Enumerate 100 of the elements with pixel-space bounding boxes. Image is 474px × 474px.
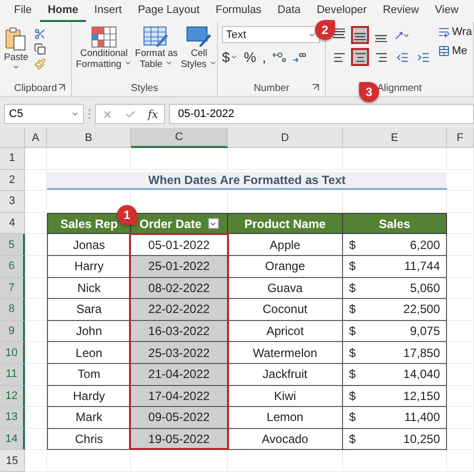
copy-icon[interactable] bbox=[34, 43, 46, 55]
row-header[interactable]: 12 bbox=[0, 386, 25, 408]
number-format-dropdown[interactable]: Text bbox=[222, 26, 320, 43]
sheet-title: When Dates Are Formatted as Text bbox=[47, 172, 447, 190]
caret-icon bbox=[124, 59, 132, 67]
increase-decimal-icon[interactable] bbox=[272, 51, 286, 63]
number-format-button[interactable]: $ bbox=[222, 49, 238, 65]
currency-symbol: $ bbox=[349, 324, 356, 338]
ribbon-tab[interactable]: Page Layout bbox=[130, 0, 208, 22]
conditional-formatting-icon[interactable] bbox=[91, 26, 118, 48]
decrease-decimal-icon[interactable] bbox=[292, 51, 306, 63]
merge-cells-icon[interactable] bbox=[438, 45, 450, 57]
name-box[interactable]: C5 bbox=[4, 104, 84, 124]
sales-amount: 22,500 bbox=[403, 302, 440, 316]
caret-icon bbox=[12, 63, 20, 71]
column-heading-text: Order Date bbox=[139, 216, 202, 231]
date-cell[interactable]: 25-01-2022 bbox=[131, 256, 228, 278]
enter-icon[interactable] bbox=[124, 108, 136, 120]
table-cell: Tom bbox=[47, 364, 131, 386]
cancel-icon[interactable] bbox=[102, 108, 113, 120]
ribbon-tab[interactable]: Review bbox=[374, 0, 427, 22]
cut-icon[interactable] bbox=[34, 28, 46, 40]
row-header[interactable]: 4 bbox=[0, 212, 25, 234]
style-button[interactable]: Cell Styles bbox=[180, 26, 218, 70]
date-cell[interactable]: 08-02-2022 bbox=[131, 278, 228, 300]
table-cell: Nick bbox=[47, 278, 131, 300]
row-header[interactable]: 7 bbox=[0, 278, 25, 300]
table-cell: John bbox=[47, 320, 131, 342]
row-header[interactable]: 5 bbox=[0, 234, 25, 256]
table-cell: Apricot bbox=[228, 320, 343, 342]
date-cell[interactable]: 09-05-2022 bbox=[131, 407, 228, 429]
align-left-icon[interactable] bbox=[332, 50, 346, 64]
date-cell[interactable]: 25-03-2022 bbox=[131, 342, 228, 364]
align-right-icon[interactable] bbox=[374, 50, 388, 64]
row-header[interactable]: 14 bbox=[0, 428, 25, 450]
ribbon-tab[interactable]: Formulas bbox=[208, 0, 270, 22]
row-header[interactable]: 13 bbox=[0, 407, 25, 429]
ribbon-tab[interactable]: View bbox=[426, 0, 467, 22]
currency-symbol: $ bbox=[349, 280, 356, 295]
sales-amount: 11,744 bbox=[404, 259, 440, 274]
format-as-table-icon[interactable] bbox=[143, 26, 170, 48]
currency-symbol: $ bbox=[349, 346, 356, 360]
column-header[interactable]: B bbox=[47, 128, 131, 148]
dialog-launcher-icon[interactable] bbox=[58, 84, 65, 91]
formula-field[interactable]: 05-01-2022 bbox=[169, 104, 474, 124]
number-format-button[interactable]: % bbox=[244, 49, 256, 65]
row-header[interactable]: 11 bbox=[0, 364, 25, 386]
decrease-indent-icon[interactable] bbox=[396, 50, 408, 64]
column-header[interactable]: C bbox=[131, 128, 228, 148]
table-cell: Hardy bbox=[47, 386, 131, 408]
sales-amount: 11,400 bbox=[404, 410, 440, 424]
dialog-launcher-icon[interactable] bbox=[312, 84, 319, 91]
filter-button[interactable] bbox=[208, 218, 219, 230]
row-header[interactable]: 1 bbox=[0, 148, 25, 170]
column-header[interactable]: A bbox=[25, 128, 47, 148]
cell-styles-icon[interactable] bbox=[186, 26, 212, 48]
merge-button[interactable]: Me bbox=[438, 45, 468, 57]
group-label: Clipboard bbox=[14, 82, 57, 94]
date-cell[interactable]: 16-03-2022 bbox=[131, 320, 228, 342]
orientation-icon[interactable] bbox=[395, 29, 409, 41]
date-cell[interactable]: 17-04-2022 bbox=[131, 386, 228, 408]
column-header[interactable]: F bbox=[447, 128, 474, 148]
ribbon-tab[interactable]: Data bbox=[269, 0, 309, 22]
date-cell[interactable]: 21-04-2022 bbox=[131, 364, 228, 386]
row-header[interactable]: 3 bbox=[0, 191, 25, 213]
align-center-icon[interactable] bbox=[354, 50, 366, 64]
table-cell: Lemon bbox=[228, 407, 343, 429]
row-header[interactable]: 2 bbox=[0, 170, 25, 192]
number-format-button[interactable]: , bbox=[262, 49, 266, 65]
group-label: Number bbox=[254, 82, 290, 94]
style-button[interactable]: Format as Table bbox=[135, 26, 178, 70]
row-header[interactable]: 6 bbox=[0, 256, 25, 278]
row-header[interactable]: 9 bbox=[0, 320, 25, 342]
wrap-text-icon[interactable] bbox=[438, 26, 450, 38]
callout-badge: 3 bbox=[359, 82, 379, 102]
currency-symbol: $ bbox=[349, 388, 356, 403]
table-cell: Chris bbox=[47, 428, 131, 450]
column-header[interactable]: D bbox=[228, 128, 343, 148]
paste-button[interactable]: Paste bbox=[4, 26, 28, 71]
row-header[interactable]: 10 bbox=[0, 342, 25, 364]
ribbon-tab[interactable]: File bbox=[6, 0, 40, 22]
date-cell[interactable]: 22-02-2022 bbox=[131, 299, 228, 321]
paste-icon[interactable] bbox=[4, 26, 28, 52]
style-button[interactable]: Conditional Formatting bbox=[76, 26, 132, 70]
column-heading-text: Product Name bbox=[244, 216, 326, 231]
ribbon-tab[interactable]: Insert bbox=[86, 0, 130, 22]
table-cell: Watermelon bbox=[228, 342, 343, 364]
ribbon-tab[interactable]: Developer bbox=[308, 0, 375, 22]
table-cell: Sara bbox=[47, 299, 131, 321]
wrap-text-button[interactable]: Wra bbox=[438, 26, 472, 38]
sales-amount: 5,060 bbox=[410, 280, 440, 295]
column-header[interactable]: E bbox=[343, 128, 447, 148]
table-cell: Mark bbox=[47, 407, 131, 429]
row-header[interactable]: 8 bbox=[0, 299, 25, 321]
table-cell: Avocado bbox=[228, 428, 343, 450]
sales-amount: 10,250 bbox=[403, 432, 440, 446]
insert-function-button[interactable]: fx bbox=[148, 108, 158, 120]
caret-icon bbox=[209, 59, 218, 67]
increase-indent-icon[interactable] bbox=[416, 50, 430, 64]
row-header[interactable]: 15 bbox=[0, 450, 25, 472]
